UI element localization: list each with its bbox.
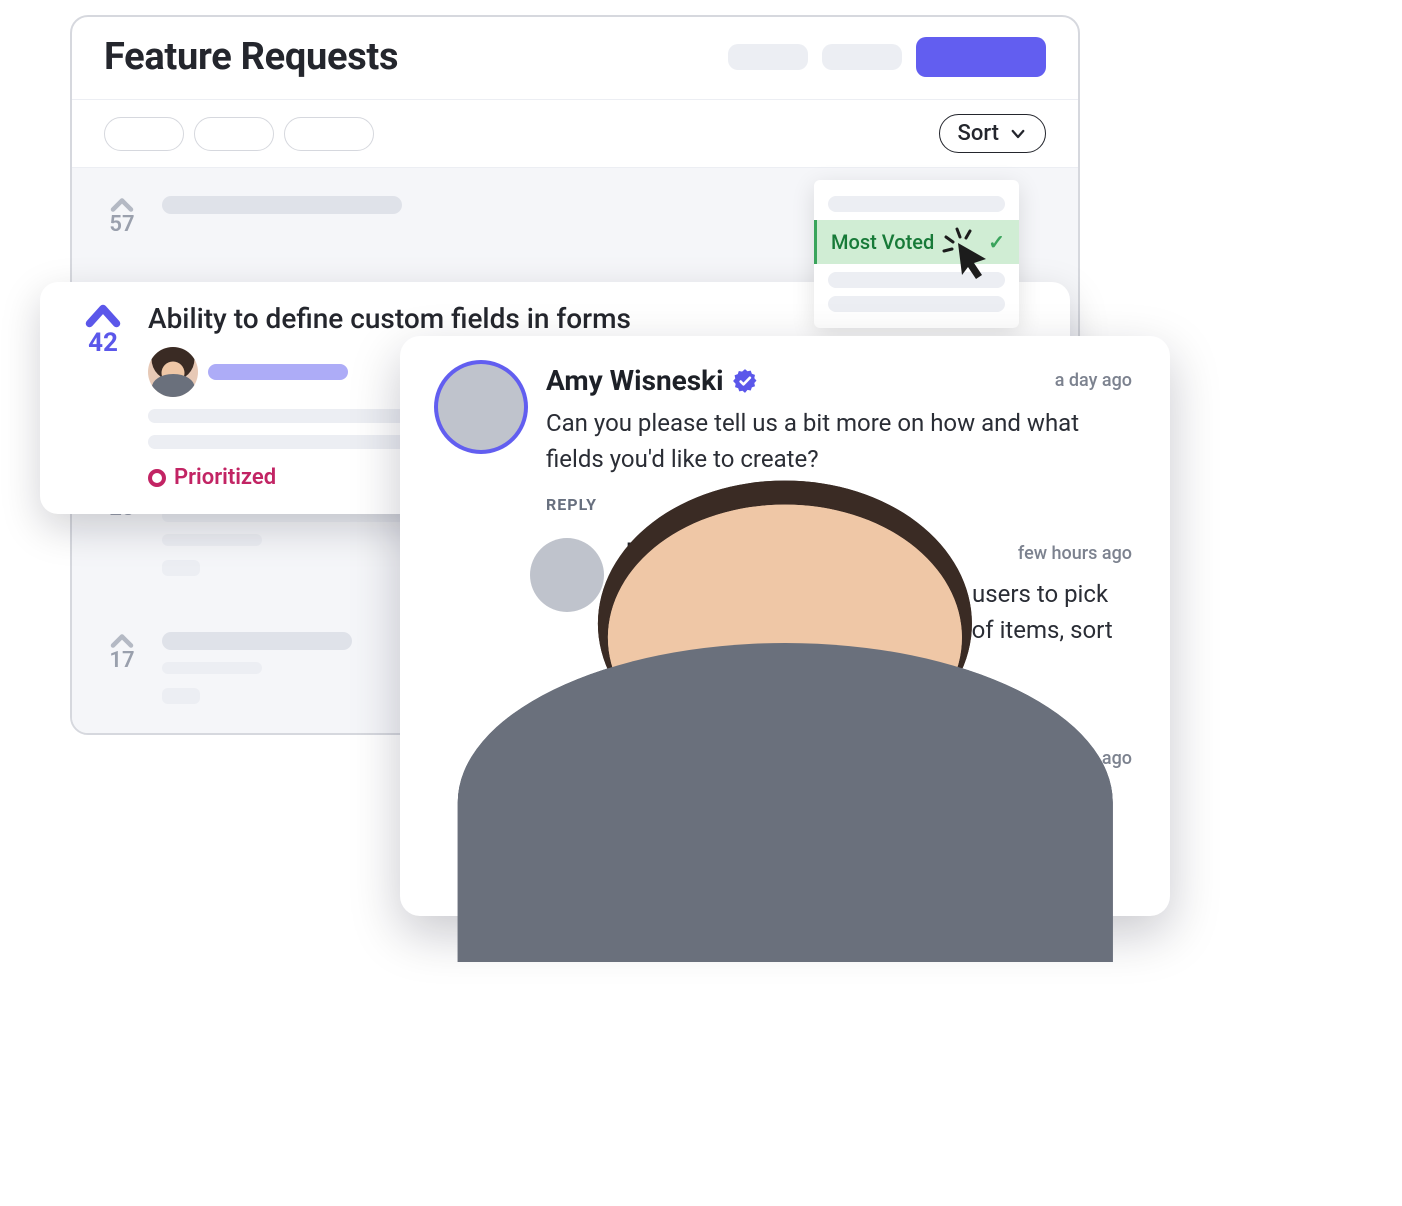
- filter-pills: [104, 117, 374, 151]
- dropdown-option-placeholder[interactable]: [828, 296, 1005, 312]
- status-label: Prioritized: [174, 465, 276, 490]
- primary-action-button[interactable]: [916, 37, 1046, 77]
- avatar: [530, 743, 604, 817]
- dropdown-option-label: Most Voted: [831, 230, 934, 254]
- chevron-down-icon: [1009, 125, 1027, 143]
- sort-dropdown[interactable]: Most Voted ✓: [814, 180, 1019, 328]
- skeleton-tag: [162, 560, 200, 576]
- vote-count: 57: [109, 212, 134, 237]
- board-header: Feature Requests: [72, 17, 1078, 100]
- filters-row: Sort: [72, 100, 1078, 168]
- skeleton-line: [148, 409, 408, 423]
- skeleton-line: [162, 632, 352, 650]
- author-name-placeholder: [208, 364, 348, 380]
- sort-button[interactable]: Sort: [939, 114, 1046, 153]
- vote-count: 17: [109, 648, 134, 673]
- sort-button-label: Sort: [958, 121, 999, 146]
- dropdown-option-placeholder[interactable]: [828, 196, 1005, 212]
- filter-pill[interactable]: [284, 117, 374, 151]
- skeleton-line: [148, 435, 408, 449]
- filter-pill[interactable]: [194, 117, 274, 151]
- dropdown-option-selected[interactable]: Most Voted ✓: [814, 220, 1019, 264]
- dropdown-option-placeholder[interactable]: [828, 272, 1005, 288]
- comments-panel: Amy Wisneski a day ago Can you please te…: [400, 336, 1170, 916]
- status-ring-icon: [148, 469, 166, 487]
- upvote-icon[interactable]: [85, 304, 121, 328]
- skeleton-line: [162, 196, 402, 214]
- check-icon: ✓: [988, 230, 1005, 254]
- filter-pill[interactable]: [104, 117, 184, 151]
- header-placeholder-pill: [822, 44, 902, 70]
- header-placeholder-pill: [728, 44, 808, 70]
- skeleton-line: [162, 534, 262, 546]
- page-title: Feature Requests: [104, 35, 398, 79]
- vote-count: 42: [88, 328, 118, 358]
- skeleton-tag: [162, 688, 200, 704]
- header-actions: [728, 37, 1046, 77]
- skeleton-line: [162, 662, 262, 674]
- comment-reply: Norman Hall few hours ago This fits our …: [530, 743, 1132, 890]
- author-avatar: [148, 347, 198, 397]
